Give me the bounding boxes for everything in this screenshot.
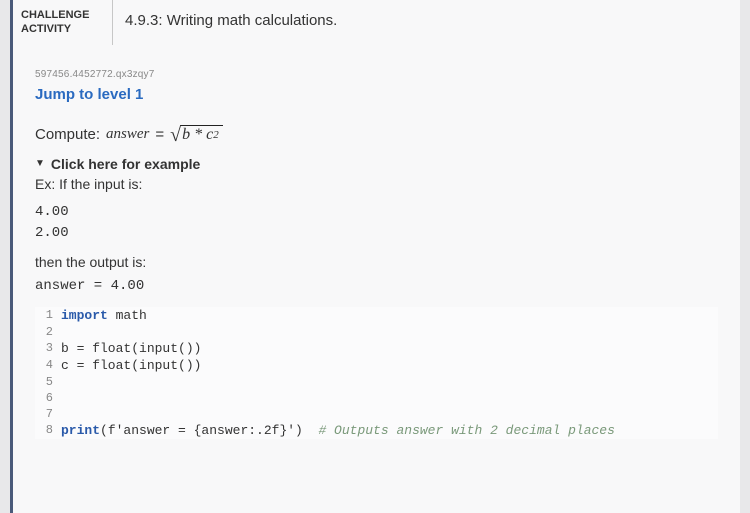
activity-id-code: 597456.4452772.qx3zqy7 bbox=[35, 69, 718, 80]
radicand-exponent: 2 bbox=[213, 129, 219, 141]
output-line: answer = 4.00 bbox=[35, 276, 718, 297]
code-text[interactable]: c = float(input()) bbox=[61, 357, 718, 374]
input-line-1: 4.00 bbox=[35, 202, 718, 223]
line-number: 2 bbox=[35, 324, 61, 340]
code-line-2: 2 bbox=[35, 324, 718, 340]
code-text[interactable]: import math bbox=[61, 307, 718, 324]
code-line-7: 7 bbox=[35, 406, 718, 422]
code-text[interactable] bbox=[61, 390, 718, 406]
radicand-base: b * c bbox=[182, 126, 213, 144]
code-line-3: 3 b = float(input()) bbox=[35, 340, 718, 357]
example-input-block: 4.00 2.00 bbox=[35, 202, 718, 244]
example-input-label: Ex: If the input is: bbox=[35, 176, 718, 192]
triangle-down-icon: ▼ bbox=[35, 158, 45, 169]
code-editor[interactable]: 1 import math 2 3 b = float(input()) 4 c… bbox=[35, 307, 718, 439]
line-number: 4 bbox=[35, 357, 61, 374]
compute-variable: answer bbox=[106, 126, 149, 143]
code-text[interactable]: b = float(input()) bbox=[61, 340, 718, 357]
equals-sign: = bbox=[155, 126, 164, 143]
input-line-2: 2.00 bbox=[35, 223, 718, 244]
example-disclosure-toggle[interactable]: ▼ Click here for example bbox=[35, 156, 718, 172]
sqrt-icon: √ bbox=[170, 124, 181, 147]
line-number: 6 bbox=[35, 390, 61, 406]
compute-instruction: Compute: answer = √ b * c2 bbox=[35, 123, 718, 146]
code-text[interactable] bbox=[61, 374, 718, 390]
example-output-block: answer = 4.00 bbox=[35, 276, 718, 297]
label-challenge: CHALLENGE bbox=[21, 8, 104, 22]
line-number: 3 bbox=[35, 340, 61, 357]
code-text[interactable]: print(f'answer = {answer:.2f}') # Output… bbox=[61, 422, 718, 439]
activity-panel: CHALLENGE ACTIVITY 4.9.3: Writing math c… bbox=[10, 0, 740, 513]
formula: √ b * c2 bbox=[170, 123, 223, 146]
example-output-label: then the output is: bbox=[35, 254, 718, 270]
activity-title: 4.9.3: Writing math calculations. bbox=[113, 0, 740, 45]
code-line-8: 8 print(f'answer = {answer:.2f}') # Outp… bbox=[35, 422, 718, 439]
jump-to-level-link[interactable]: Jump to level 1 bbox=[35, 86, 718, 103]
label-activity: ACTIVITY bbox=[21, 22, 104, 36]
line-number: 8 bbox=[35, 422, 61, 439]
line-number: 5 bbox=[35, 374, 61, 390]
code-text[interactable] bbox=[61, 324, 718, 340]
line-number: 1 bbox=[35, 307, 61, 324]
code-text[interactable] bbox=[61, 406, 718, 422]
activity-header: CHALLENGE ACTIVITY 4.9.3: Writing math c… bbox=[13, 0, 740, 45]
activity-content: 597456.4452772.qx3zqy7 Jump to level 1 C… bbox=[13, 45, 740, 449]
code-line-4: 4 c = float(input()) bbox=[35, 357, 718, 374]
code-line-6: 6 bbox=[35, 390, 718, 406]
activity-type-label: CHALLENGE ACTIVITY bbox=[13, 0, 113, 45]
code-line-5: 5 bbox=[35, 374, 718, 390]
code-line-1: 1 import math bbox=[35, 307, 718, 324]
disclosure-label: Click here for example bbox=[51, 156, 200, 172]
compute-label: Compute: bbox=[35, 126, 100, 143]
line-number: 7 bbox=[35, 406, 61, 422]
sqrt-radicand: b * c2 bbox=[180, 125, 223, 144]
